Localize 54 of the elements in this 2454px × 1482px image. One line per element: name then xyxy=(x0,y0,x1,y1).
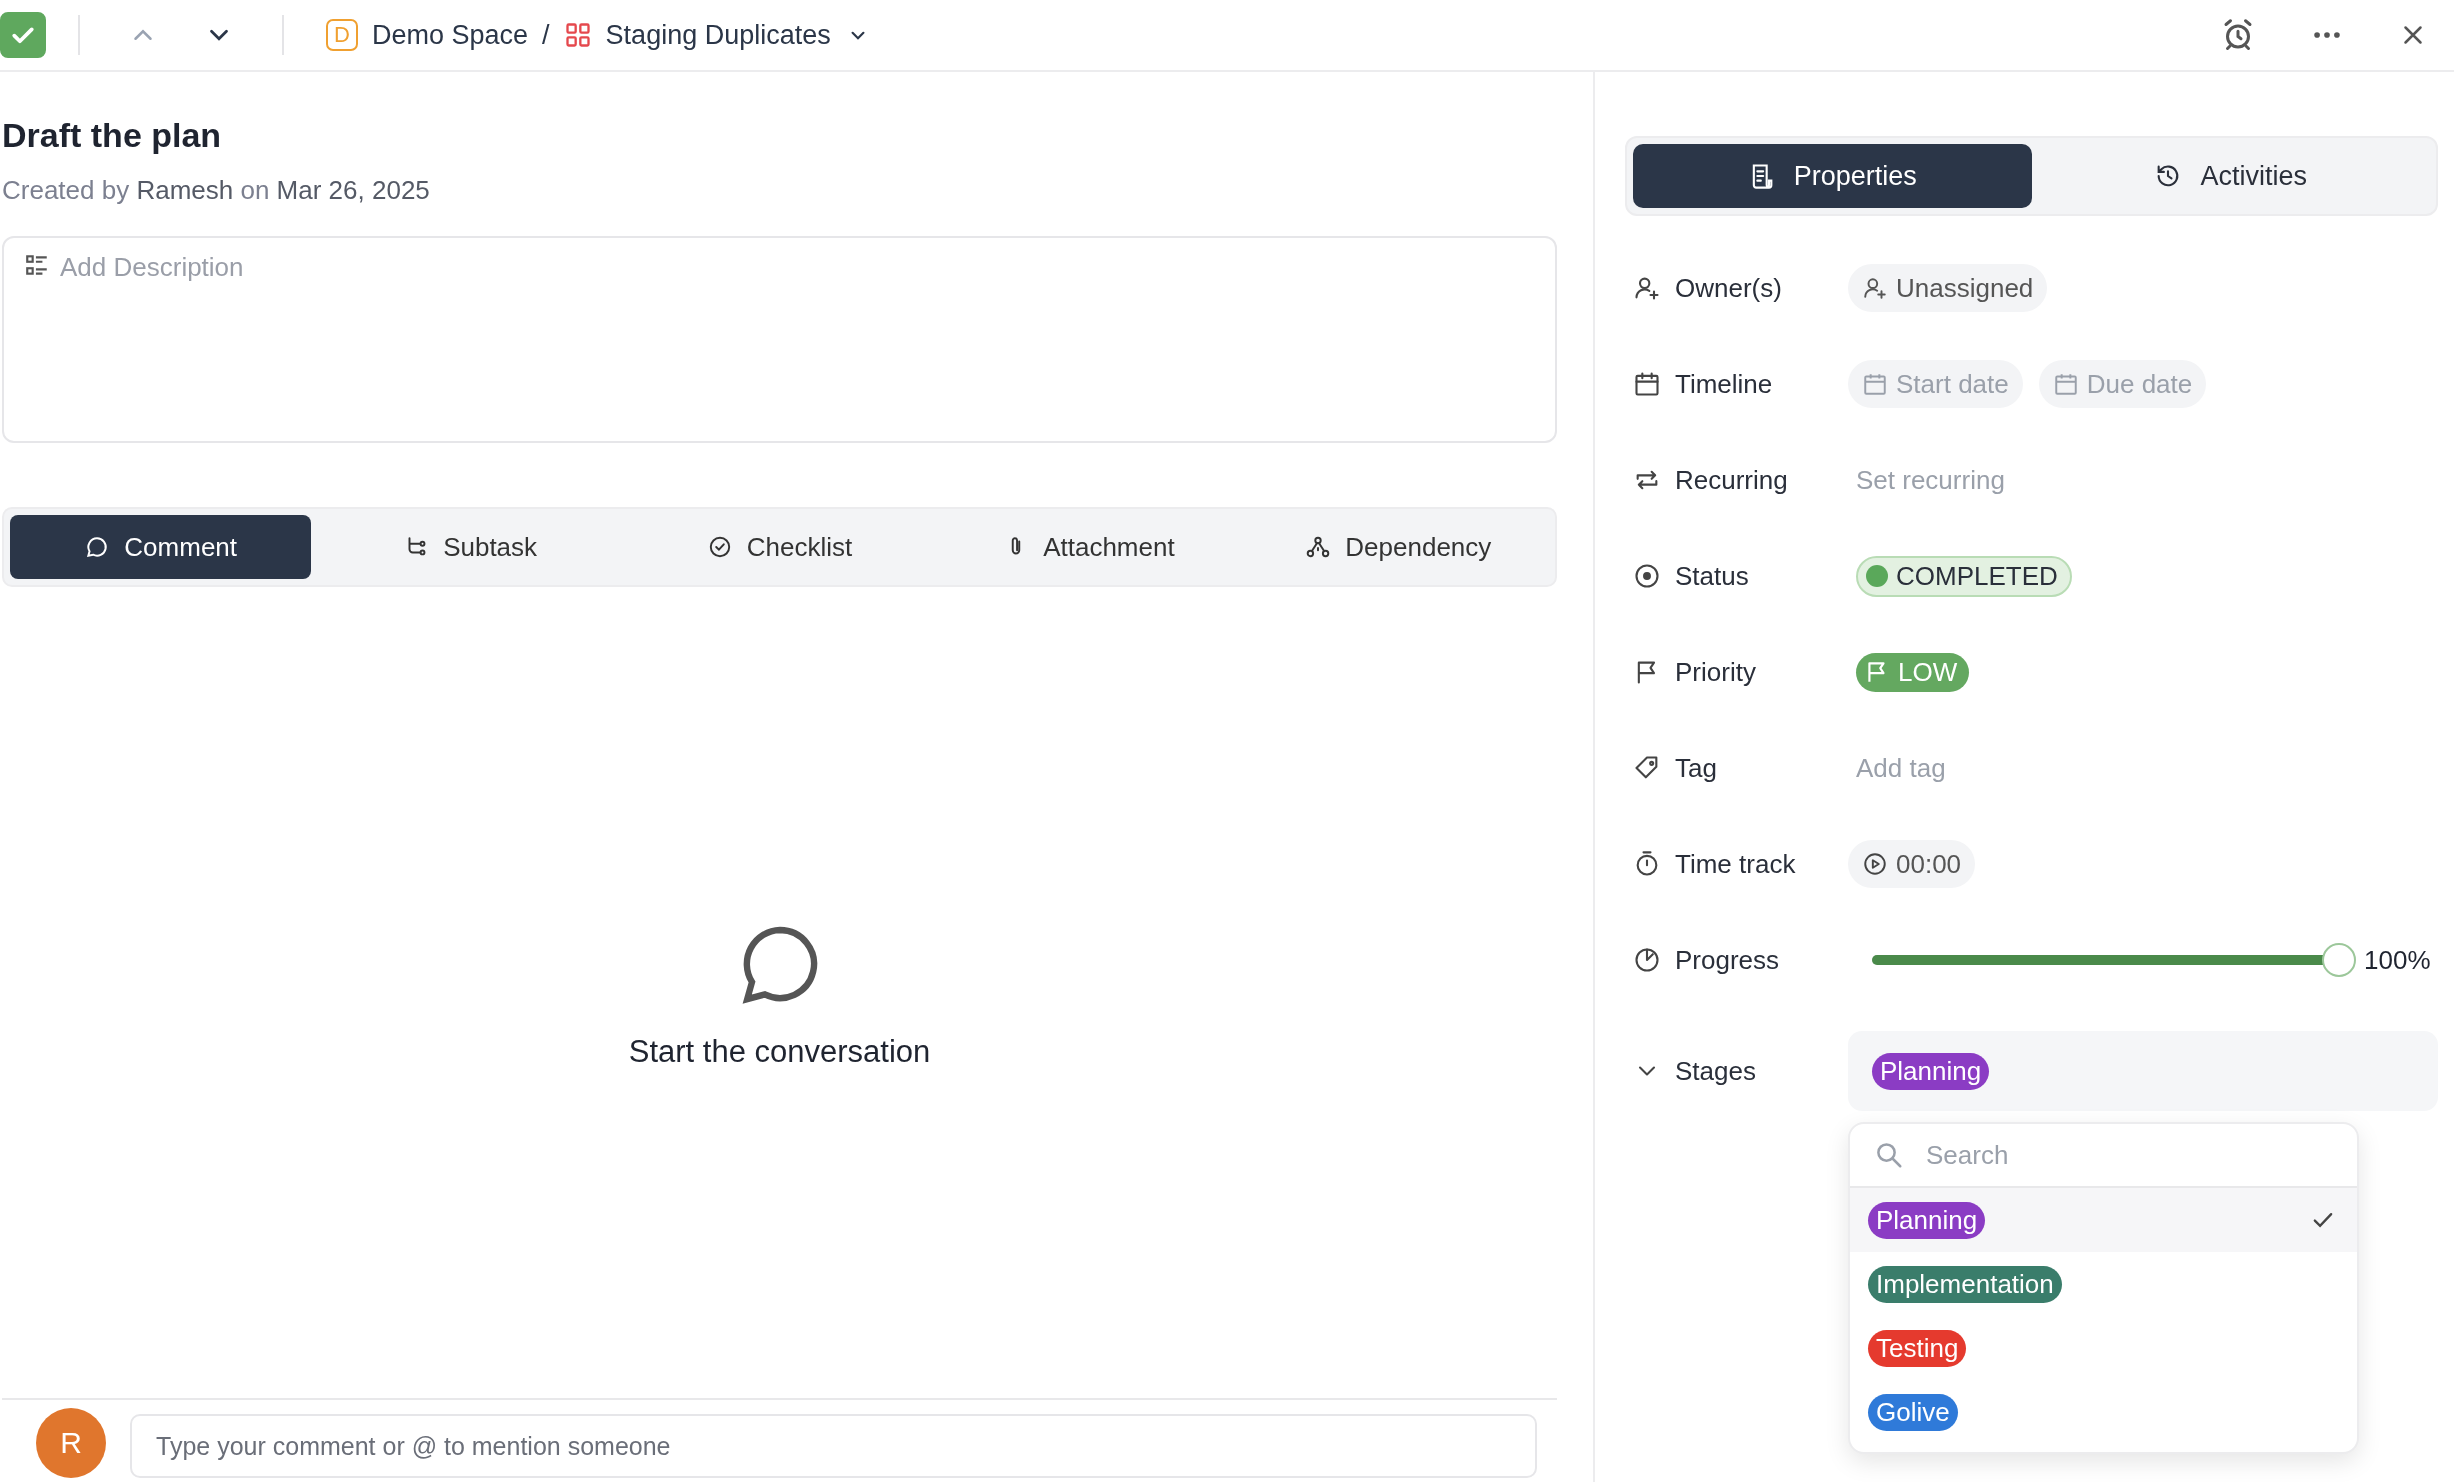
tab[interactable]: Comment xyxy=(10,515,312,579)
property-label: Priority xyxy=(1675,656,1756,688)
breadcrumb-project[interactable]: Staging Duplicates xyxy=(605,19,831,51)
stage-option[interactable]: Implementation xyxy=(1850,1252,2357,1316)
tab[interactable]: Attachment xyxy=(938,515,1240,579)
play-icon xyxy=(1862,851,1888,877)
grid-icon xyxy=(563,21,592,49)
space-badge: D xyxy=(326,19,358,51)
calendar-icon xyxy=(1862,371,1888,397)
progress-reading: 100% xyxy=(2364,944,2431,976)
calendar-icon xyxy=(1633,370,1661,398)
stage-option[interactable]: Golive xyxy=(1850,1380,2357,1444)
property-label: Owner(s) xyxy=(1675,272,1782,304)
stage-tag: Implementation xyxy=(1868,1265,2062,1303)
stage-option[interactable]: Testing xyxy=(1850,1316,2357,1380)
search-field[interactable]: Search xyxy=(1924,1138,2333,1172)
search-icon xyxy=(1874,1140,1904,1170)
breadcrumb-space[interactable]: Demo Space xyxy=(372,19,529,51)
panel-tab[interactable]: Activities xyxy=(2031,144,2430,208)
stages-field[interactable]: Planning xyxy=(1848,1031,2438,1111)
property-label: Recurring xyxy=(1675,464,1788,496)
owner-chip[interactable]: Unassigned xyxy=(1848,264,2048,312)
property-label: Status xyxy=(1675,560,1749,592)
calendar-icon xyxy=(2052,371,2079,397)
property-label: Stages xyxy=(1675,1055,1756,1087)
empty-state-text: Start the conversation xyxy=(628,1033,931,1070)
stage-tag: Planning xyxy=(1868,1201,1986,1239)
list-icon xyxy=(24,252,50,278)
stage-tag: Golive xyxy=(1868,1393,1958,1431)
breadcrumb-separator: / xyxy=(542,19,550,51)
panel-tab[interactable]: Properties xyxy=(1633,144,2032,208)
pie-clock-icon xyxy=(1633,946,1661,974)
stage-tag: Planning xyxy=(1872,1052,1990,1090)
tab[interactable]: Subtask xyxy=(319,515,621,579)
stage-option[interactable]: Planning xyxy=(1850,1188,2357,1252)
target-icon xyxy=(1633,562,1661,590)
slider-thumb[interactable] xyxy=(2322,943,2356,977)
stage-tag: Testing xyxy=(1868,1329,1967,1367)
task-title[interactable]: Draft the plan xyxy=(2,116,1557,155)
created-info: Created by Ramesh on Mar 26, 2025 xyxy=(2,175,431,206)
property-label: Tag xyxy=(1675,752,1717,784)
status-badge[interactable]: COMPLETED xyxy=(1856,555,2072,597)
timer-chip[interactable]: 00:00 xyxy=(1848,840,1976,888)
task-complete-checkbox[interactable] xyxy=(0,12,46,58)
property-label: Progress xyxy=(1675,944,1780,976)
nodes-icon xyxy=(1305,534,1332,560)
property-label: Timeline xyxy=(1675,368,1773,400)
tab[interactable]: Checklist xyxy=(628,515,931,579)
user-avatar: R xyxy=(36,1408,106,1478)
description-placeholder: Add Description xyxy=(60,252,244,283)
comment-input[interactable]: Type your comment or @ to mention someone xyxy=(130,1414,1537,1478)
tab[interactable]: Dependency xyxy=(1247,515,1550,579)
property-label: Time track xyxy=(1675,848,1796,880)
user-plus-icon xyxy=(1862,275,1888,301)
